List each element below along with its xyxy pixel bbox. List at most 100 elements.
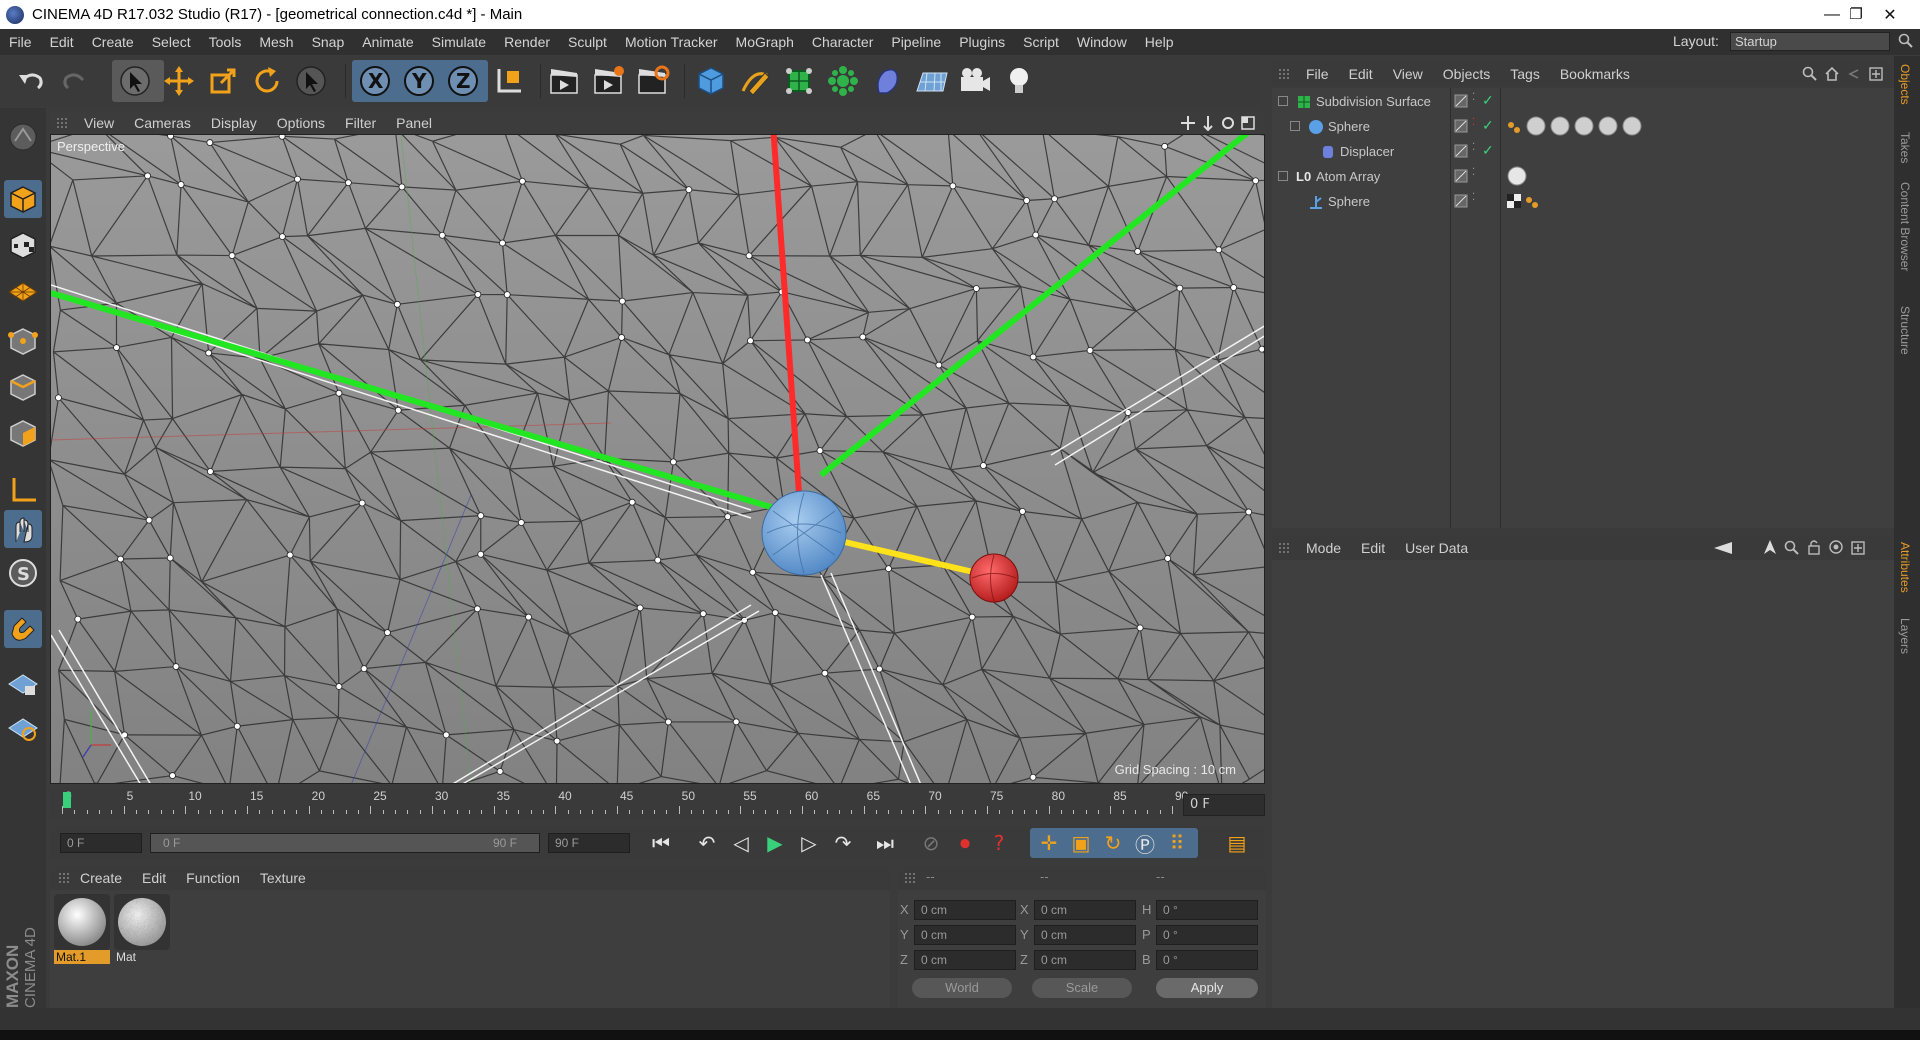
3d-viewport[interactable]: Perspective Grid Spacing : 10 cm — [50, 134, 1265, 784]
render-settings-icon[interactable] — [634, 62, 672, 100]
menu-edit[interactable]: Edit — [41, 34, 83, 50]
texture-mode-icon[interactable] — [4, 226, 42, 264]
back-icon[interactable] — [1846, 66, 1862, 85]
current-frame-field[interactable]: 0 F — [1183, 794, 1265, 816]
position-key-icon[interactable]: ✛ — [1034, 828, 1064, 858]
previous-key-icon[interactable]: ↶ — [692, 828, 722, 858]
visibility-dots-icon[interactable]: ⁚ — [1472, 142, 1475, 153]
size-x-field[interactable]: 0 cm — [1034, 900, 1136, 920]
previous-frame-icon[interactable]: ◁ — [726, 828, 756, 858]
pos-z-field[interactable]: 0 cm — [914, 950, 1016, 970]
layer-icon[interactable] — [1454, 144, 1468, 161]
layer-icon[interactable] — [1454, 94, 1468, 111]
pen-spline-icon[interactable] — [736, 62, 774, 100]
y-axis-lock-icon[interactable]: Y — [400, 62, 438, 100]
material-swatch[interactable]: Mat.1 — [54, 894, 110, 970]
polygons-mode-icon[interactable] — [4, 414, 42, 452]
tweak-mode-icon[interactable] — [4, 510, 42, 548]
tab-layers[interactable]: Layers — [1898, 618, 1912, 654]
axis-mode-icon[interactable] — [4, 470, 42, 508]
menu-motion-tracker[interactable]: Motion Tracker — [616, 34, 727, 50]
timeline-window-icon[interactable]: ▤ — [1222, 828, 1252, 858]
coordinate-system-dropdown[interactable]: World — [912, 978, 1012, 998]
go-to-start-icon[interactable]: ⏮ — [646, 828, 676, 858]
phong-tag-icon[interactable] — [1506, 119, 1522, 138]
material-swatch[interactable]: Mat — [114, 894, 170, 970]
subdivision-surface-icon[interactable] — [780, 62, 818, 100]
edges-mode-icon[interactable] — [4, 368, 42, 406]
preview-range-slider[interactable]: 0 F 90 F — [150, 833, 540, 853]
red-sphere[interactable] — [969, 553, 1019, 603]
menu-character[interactable]: Character — [803, 34, 882, 50]
end-frame-field[interactable]: 90 F — [548, 833, 630, 853]
rotation-key-icon[interactable]: ↻ — [1098, 828, 1128, 858]
recent-tool-icon[interactable] — [292, 62, 330, 100]
layout-select[interactable]: Startup — [1730, 32, 1890, 51]
render-picture-viewer-icon[interactable] — [590, 62, 628, 100]
blue-sphere[interactable] — [761, 490, 847, 576]
viewport-menu-panel[interactable]: Panel — [386, 115, 442, 131]
lock-icon[interactable] — [1806, 539, 1822, 558]
panel-grip-icon[interactable] — [58, 872, 70, 884]
z-axis-lock-icon[interactable]: Z — [444, 62, 482, 100]
next-key-icon[interactable]: ↷ — [828, 828, 858, 858]
menu-file[interactable]: File — [0, 34, 41, 50]
visibility-dots-icon[interactable]: ⁚ — [1472, 167, 1475, 178]
search-icon[interactable] — [1784, 540, 1800, 559]
locked-workplane-icon[interactable] — [4, 664, 42, 702]
planar-workplane-icon[interactable] — [4, 708, 42, 746]
menu-mesh[interactable]: Mesh — [250, 34, 302, 50]
objects-menu-tags[interactable]: Tags — [1500, 66, 1550, 82]
menu-help[interactable]: Help — [1136, 34, 1183, 50]
next-frame-icon[interactable]: ▷ — [794, 828, 824, 858]
material-menu-texture[interactable]: Texture — [250, 870, 316, 886]
keyframe-selection-icon[interactable]: ? — [984, 828, 1014, 858]
rotate-icon[interactable] — [248, 62, 286, 100]
new-panel-icon[interactable] — [1868, 66, 1884, 85]
objects-menu-file[interactable]: File — [1296, 66, 1339, 82]
rot-p-field[interactable]: 0 ° — [1156, 925, 1258, 945]
menu-pipeline[interactable]: Pipeline — [882, 34, 950, 50]
collapse-icon[interactable] — [1278, 96, 1288, 106]
viewport-maximize-icon[interactable] — [1240, 115, 1256, 134]
objects-menu-bookmarks[interactable]: Bookmarks — [1550, 66, 1640, 82]
menu-snap[interactable]: Snap — [303, 34, 354, 50]
rot-b-field[interactable]: 0 ° — [1156, 950, 1258, 970]
workplane-mode-icon[interactable] — [4, 272, 42, 310]
points-mode-icon[interactable] — [4, 322, 42, 360]
move-icon[interactable] — [160, 62, 198, 100]
object-row[interactable]: Sphere ⁚ ✓ — [1272, 115, 1894, 139]
pos-y-field[interactable]: 0 cm — [914, 925, 1016, 945]
objects-menu-view[interactable]: View — [1383, 66, 1433, 82]
live-selection-icon[interactable] — [116, 62, 154, 100]
camera-icon[interactable] — [956, 62, 994, 100]
collapse-icon[interactable] — [1290, 121, 1300, 131]
menu-mograph[interactable]: MoGraph — [727, 34, 803, 50]
enabled-check-icon[interactable]: ✓ — [1482, 92, 1494, 109]
object-row[interactable]: Displacer ⁚ ✓ — [1272, 140, 1894, 164]
menu-animate[interactable]: Animate — [353, 34, 422, 50]
snap-enable-icon[interactable] — [4, 610, 42, 648]
deformer-icon[interactable] — [868, 62, 906, 100]
size-z-field[interactable]: 0 cm — [1034, 950, 1136, 970]
material-menu-function[interactable]: Function — [176, 870, 250, 886]
object-row[interactable]: Sphere ⁚ — [1272, 190, 1894, 214]
render-view-icon[interactable] — [546, 62, 584, 100]
viewport-menu-filter[interactable]: Filter — [335, 115, 386, 131]
x-axis-lock-icon[interactable]: X — [356, 62, 394, 100]
object-row[interactable]: L0 Atom Array ⁚ — [1272, 165, 1894, 189]
autokeying-icon[interactable]: ⏺ — [950, 828, 980, 858]
scale-icon[interactable] — [204, 62, 242, 100]
redo-icon[interactable] — [56, 62, 94, 100]
new-panel-icon[interactable] — [1850, 540, 1866, 559]
solo-mode-icon[interactable]: S — [4, 554, 42, 592]
attributes-menu-user-data[interactable]: User Data — [1395, 540, 1478, 556]
rot-h-field[interactable]: 0 ° — [1156, 900, 1258, 920]
light-icon[interactable] — [1000, 62, 1038, 100]
tab-attributes[interactable]: Attributes — [1898, 542, 1912, 593]
viewport-menu-display[interactable]: Display — [201, 115, 267, 131]
visibility-dots-icon[interactable]: ⁚ — [1472, 92, 1475, 103]
back-arrow-icon[interactable] — [1712, 540, 1734, 559]
material-tag-icons[interactable] — [1526, 115, 1646, 140]
timeline-ruler[interactable]: 051015202530354045505560657075808590 — [50, 788, 1265, 820]
